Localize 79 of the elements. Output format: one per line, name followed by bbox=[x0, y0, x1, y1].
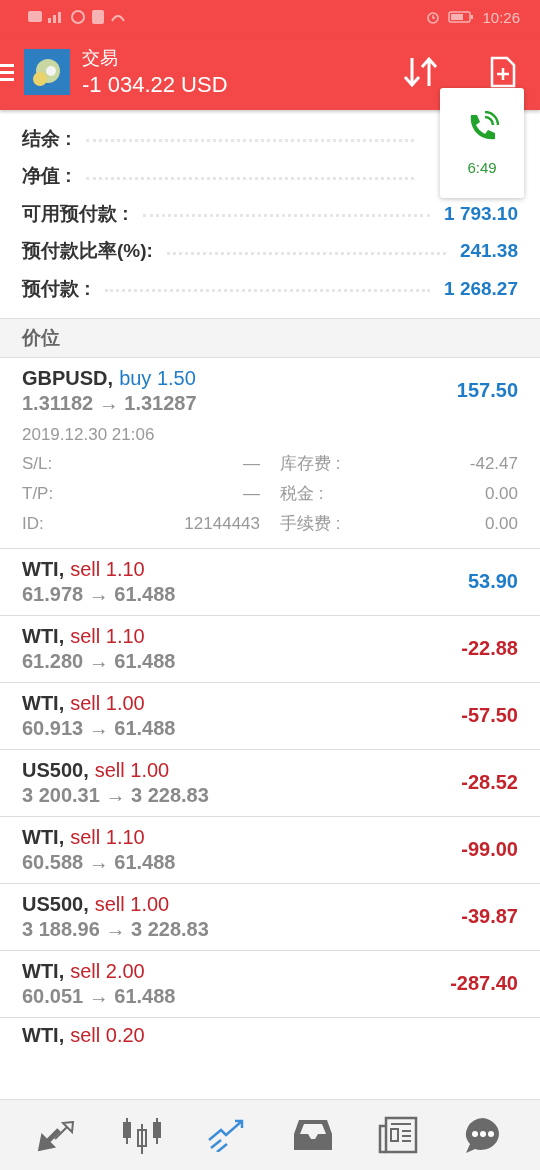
price-range: 1.31182 → 1.31287 bbox=[22, 391, 197, 415]
symbol: US500, bbox=[22, 758, 89, 782]
profit-value: 53.90 bbox=[467, 570, 518, 593]
detail-label: S/L: bbox=[22, 453, 54, 474]
summary-value: 241.38 bbox=[459, 240, 518, 263]
header-title: 交易 bbox=[82, 47, 119, 70]
profit-value: -99.00 bbox=[461, 838, 518, 861]
symbol: US500, bbox=[22, 892, 89, 916]
open-time: 2019.12.30 21:06 bbox=[22, 424, 156, 445]
detail-label: 手续费 : bbox=[279, 513, 342, 535]
candlestick-icon[interactable] bbox=[122, 1116, 162, 1154]
newspaper-icon[interactable] bbox=[377, 1116, 418, 1154]
battery-icon bbox=[448, 11, 475, 23]
alarm-icon bbox=[426, 10, 441, 24]
order-type: sell 1.10 bbox=[70, 624, 145, 648]
symbol: WTI, bbox=[22, 1023, 65, 1048]
summary-value: 1 793.10 bbox=[444, 202, 518, 225]
position-row[interactable]: WTI, sell 2.00 60.051 → 61.488 -287.40 bbox=[0, 950, 540, 1018]
section-header: 价位 bbox=[0, 318, 540, 358]
profit-value: -22.88 bbox=[461, 637, 518, 660]
summary-label: 净值 : bbox=[22, 164, 72, 189]
order-type: sell 1.10 bbox=[70, 825, 145, 849]
account-balance: -1 034.22 USD bbox=[82, 72, 229, 98]
sort-icon[interactable] bbox=[402, 56, 440, 88]
profit-value: -28.52 bbox=[461, 771, 518, 794]
price-range: 60.913 → 61.488 bbox=[22, 716, 176, 740]
order-type: sell 2.00 bbox=[70, 959, 145, 983]
detail-value: — bbox=[242, 483, 260, 504]
symbol: WTI, bbox=[22, 624, 65, 648]
detail-value: 0.00 bbox=[483, 483, 518, 504]
detail-label: 库存费 : bbox=[279, 453, 342, 475]
detail-value: — bbox=[242, 453, 260, 474]
order-type: sell 1.00 bbox=[70, 691, 145, 715]
call-overlay[interactable]: 6:49 bbox=[440, 88, 524, 198]
order-type: sell 1.00 bbox=[94, 892, 170, 916]
summary-value: 1 268.27 bbox=[444, 277, 518, 300]
position-row[interactable]: WTI, sell 1.10 60.588 → 61.488 -99.00 bbox=[0, 816, 540, 884]
position-row[interactable]: WTI, sell 1.10 61.280 → 61.488 -22.88 bbox=[0, 615, 540, 683]
profit-value: -57.50 bbox=[461, 704, 518, 727]
profit-value: 157.50 bbox=[456, 379, 518, 402]
price-range: 3 188.96 → 3 228.83 bbox=[22, 917, 209, 941]
summary-label: 结余 : bbox=[22, 126, 72, 151]
symbol: WTI, bbox=[22, 959, 65, 983]
order-type: sell 1.10 bbox=[70, 557, 145, 581]
detail-label: ID: bbox=[22, 513, 45, 534]
symbol: GBPUSD, bbox=[22, 366, 114, 390]
summary-label: 可用预付款 : bbox=[22, 201, 129, 226]
position-row[interactable]: US500, sell 1.00 3 188.96 → 3 228.83 -39.87 bbox=[0, 883, 540, 951]
detail-label: 税金 : bbox=[279, 483, 325, 505]
price-range: 60.588 → 61.488 bbox=[22, 850, 176, 874]
price-range: 3 200.31 → 3 228.83 bbox=[22, 783, 209, 807]
position-row[interactable]: WTI, sell 1.00 60.913 → 61.488 -57.50 bbox=[0, 682, 540, 750]
detail-value: 12144443 bbox=[183, 513, 260, 534]
new-document-icon[interactable] bbox=[490, 56, 516, 88]
position-row[interactable]: US500, sell 1.00 3 200.31 → 3 228.83 -28.52 bbox=[0, 749, 540, 817]
position-row[interactable]: GBPUSD, buy 1.50 1.31182 → 1.31287 157.50 2019.12.30 21:06 S/L: — 库存费 : -42.47 T/P: — 税金 : 0.00 ID: 12144443 手续费 : 0.00 bbox=[0, 357, 540, 549]
detail-value: -42.47 bbox=[468, 453, 518, 474]
profit-value: -39.87 bbox=[461, 905, 518, 928]
status-time: 10:26 bbox=[482, 8, 520, 26]
price-range: 60.051 → 61.488 bbox=[22, 984, 176, 1008]
position-row[interactable]: WTI, sell 1.10 61.978 → 61.488 53.90 bbox=[0, 548, 540, 616]
call-duration: 6:49 bbox=[467, 158, 497, 176]
order-type: sell 1.00 bbox=[94, 758, 170, 782]
menu-icon[interactable] bbox=[0, 62, 14, 82]
symbol: WTI, bbox=[22, 557, 65, 581]
detail-label: T/P: bbox=[22, 483, 55, 504]
inbox-icon[interactable] bbox=[292, 1118, 333, 1152]
symbol: WTI, bbox=[22, 691, 65, 715]
summary-label: 预付款 : bbox=[22, 276, 91, 301]
diagonal-arrows-icon[interactable] bbox=[36, 1118, 77, 1152]
symbol: WTI, bbox=[22, 825, 65, 849]
price-range: 61.978 → 61.488 bbox=[22, 582, 176, 606]
price-range: 61.280 → 61.488 bbox=[22, 649, 176, 673]
detail-value: 0.00 bbox=[483, 513, 518, 534]
summary-label: 预付款比率(%): bbox=[22, 239, 153, 264]
profit-value: -287.40 bbox=[450, 972, 518, 995]
order-type: sell 0.20 bbox=[70, 1023, 145, 1048]
order-type: buy 1.50 bbox=[119, 366, 196, 390]
app-logo-icon bbox=[24, 49, 70, 95]
